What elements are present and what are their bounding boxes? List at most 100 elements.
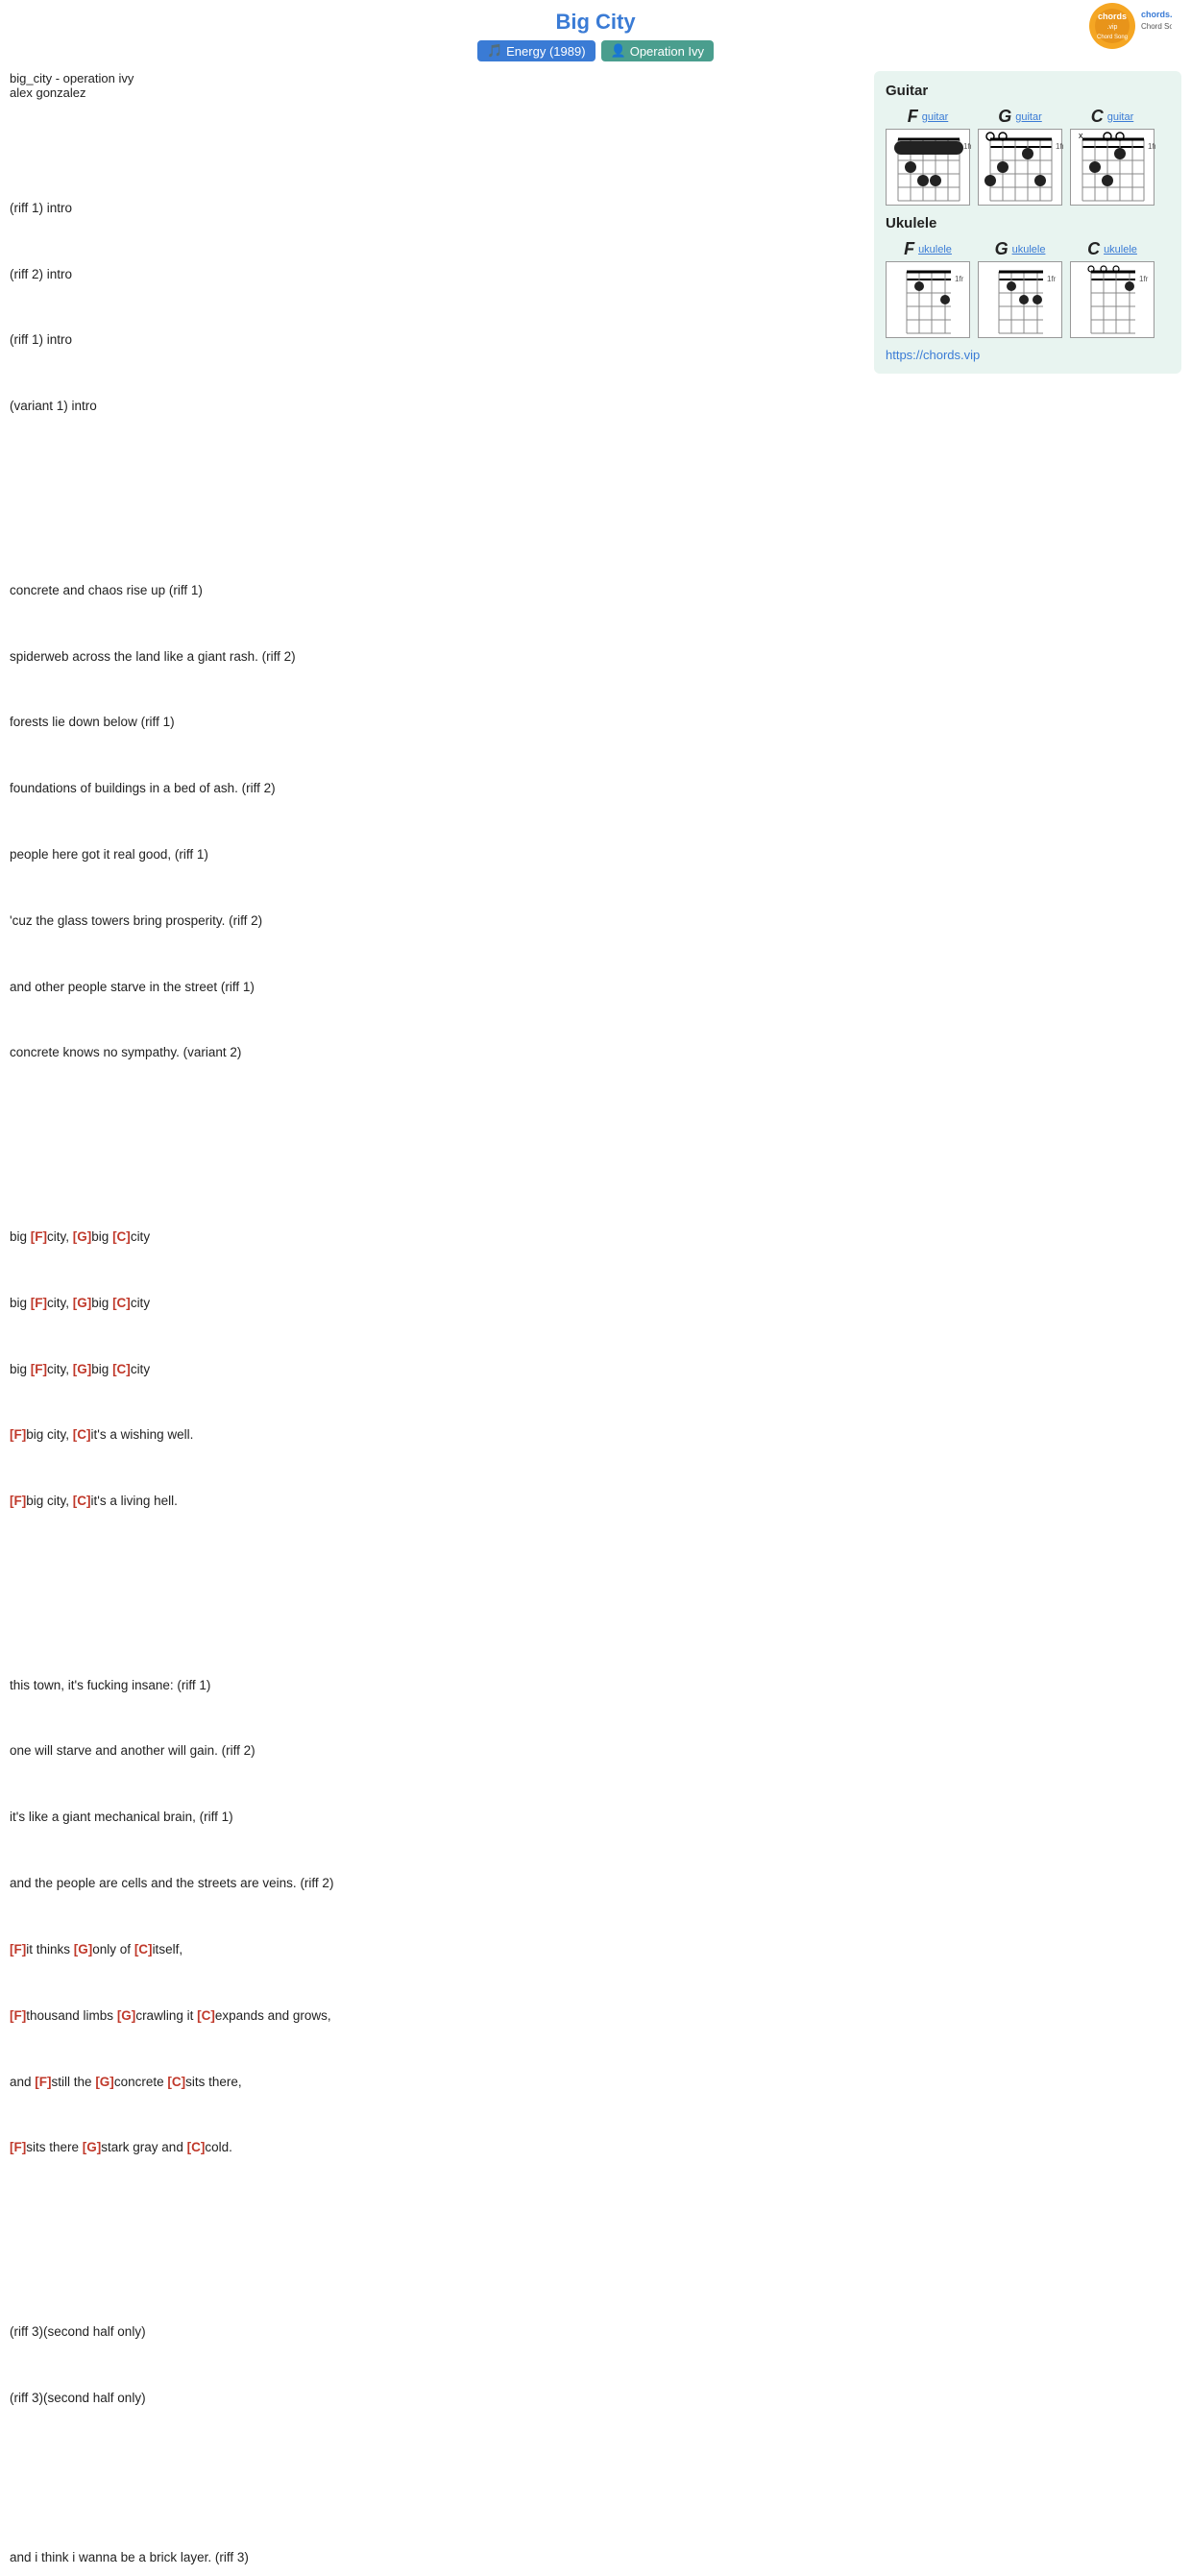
chord-F-guitar-link[interactable]: guitar: [922, 111, 949, 123]
svg-text:Chord Song: Chord Song: [1097, 35, 1128, 40]
chord-G-1[interactable]: [G]: [73, 1229, 92, 1244]
artist-badge-label: Operation Ivy: [630, 44, 704, 59]
chord-G-2[interactable]: [G]: [73, 1296, 92, 1310]
svg-text:1fr: 1fr: [1056, 142, 1063, 151]
verse2-chorus-line4: [F]sits there [G]stark gray and [C]cold.: [10, 2137, 859, 2159]
chord-G-v2-2[interactable]: [G]: [117, 2008, 136, 2023]
verse3-line1: and i think i wanna be a brick layer. (r…: [10, 2547, 859, 2569]
verse1-line3: forests lie down below (riff 1): [10, 712, 859, 734]
chord-C-3[interactable]: [C]: [112, 1362, 131, 1376]
uke-chord-F-name: F: [904, 239, 914, 259]
chord-G-guitar-link[interactable]: guitar: [1015, 111, 1042, 123]
page-title: Big City: [0, 10, 1191, 35]
verse2-chorus-line1: [F]it thinks [G]only of [C]itself,: [10, 1939, 859, 1961]
chord-C-4[interactable]: [C]: [73, 1427, 91, 1442]
chord-G-3[interactable]: [G]: [73, 1362, 92, 1376]
chord-F-1[interactable]: [F]: [31, 1229, 47, 1244]
verse2-chorus-line3: and [F]still the [G]concrete [C]sits the…: [10, 2072, 859, 2094]
chord-F-name-row: F guitar: [908, 107, 949, 127]
svg-text:1fr: 1fr: [1148, 142, 1155, 151]
verse2-line3: it's like a giant mechanical brain, (rif…: [10, 1807, 859, 1829]
chord-F-3[interactable]: [F]: [31, 1362, 47, 1376]
ukulele-chord-C: C ukulele: [1070, 239, 1155, 338]
uke-chord-F-name-row: F ukulele: [904, 239, 952, 259]
album-badge[interactable]: 🎵 Energy (1989): [477, 40, 596, 61]
chord-C-name-row: C guitar: [1091, 107, 1134, 127]
chorus1-block: big [F]city, [G]big [C]city big [F]city,…: [10, 1182, 859, 1557]
svg-text:x: x: [1079, 131, 1083, 140]
song-meta: big_city - operation ivy alex gonzalez: [10, 71, 859, 100]
ukulele-chord-row: F ukulele: [886, 239, 1170, 338]
chords-url[interactable]: https://chords.vip: [886, 348, 1170, 362]
chord-G-name-row: G guitar: [998, 107, 1042, 127]
chord-F-4[interactable]: [F]: [10, 1427, 26, 1442]
chord-F-5[interactable]: [F]: [10, 1494, 26, 1508]
chord-F-v2-4[interactable]: [F]: [10, 2140, 26, 2154]
chord-C-guitar-diagram: x 1fr: [1070, 129, 1155, 206]
lyrics-block: (riff 1) intro (riff 2) intro (riff 1) i…: [10, 109, 859, 2576]
uke-chord-C-diagram: 1fr: [1070, 261, 1155, 338]
ukulele-chord-G: G ukulele: [978, 239, 1062, 338]
uke-chord-F-link[interactable]: ukulele: [918, 244, 952, 255]
uke-chord-G-name: G: [995, 239, 1009, 259]
uke-chord-G-diagram: 1fr: [978, 261, 1062, 338]
chord-G-name: G: [998, 107, 1011, 127]
chord-C-v2-2[interactable]: [C]: [197, 2008, 215, 2023]
ukulele-section-title: Ukulele: [886, 215, 1170, 231]
verse2-line2: one will starve and another will gain. (…: [10, 1740, 859, 1762]
verse1-line5: people here got it real good, (riff 1): [10, 844, 859, 866]
chord-G-v2-4[interactable]: [G]: [83, 2140, 102, 2154]
chord-C-5[interactable]: [C]: [73, 1494, 91, 1508]
chord-G-guitar-diagram: 1fr: [978, 129, 1062, 206]
intro-line3: (riff 1) intro: [10, 329, 859, 352]
meta-line2: alex gonzalez: [10, 85, 859, 100]
chord-F-v2-3[interactable]: [F]: [35, 2075, 51, 2089]
verse2-line1: this town, it's fucking insane: (riff 1): [10, 1675, 859, 1697]
verse2-line4: and the people are cells and the streets…: [10, 1873, 859, 1895]
chord-G-v2-1[interactable]: [G]: [74, 1942, 93, 1956]
uke-chord-C-link[interactable]: ukulele: [1104, 244, 1137, 255]
logo-svg: chords .vip Chord Song chords.vip Chord …: [1085, 0, 1172, 53]
uke-C-svg: 1fr: [1071, 262, 1155, 339]
right-column: Guitar F guitar: [874, 71, 1181, 2576]
artist-badge[interactable]: 👤 Operation Ivy: [601, 40, 715, 61]
chord-C-v2-1[interactable]: [C]: [134, 1942, 153, 1956]
chord-C-2[interactable]: [C]: [112, 1296, 131, 1310]
chord-F-name: F: [908, 107, 918, 127]
verse1-line1: concrete and chaos rise up (riff 1): [10, 580, 859, 602]
album-badge-label: Energy (1989): [506, 44, 585, 59]
guitar-chord-row: F guitar: [886, 107, 1170, 206]
chord-F-2[interactable]: [F]: [31, 1296, 47, 1310]
chord-C-1[interactable]: [C]: [112, 1229, 131, 1244]
verse1-line8: concrete knows no sympathy. (variant 2): [10, 1042, 859, 1064]
intro-line1: (riff 1) intro: [10, 198, 859, 220]
verse2-block: this town, it's fucking insane: (riff 1)…: [10, 1631, 859, 2203]
badge-row: 🎵 Energy (1989) 👤 Operation Ivy: [0, 40, 1191, 61]
chord-C-v2-4[interactable]: [C]: [187, 2140, 206, 2154]
uke-chord-F-diagram: 1fr: [886, 261, 970, 338]
svg-text:1fr: 1fr: [1047, 275, 1057, 283]
verse1-line6: 'cuz the glass towers bring prosperity. …: [10, 911, 859, 933]
main-layout: big_city - operation ivy alex gonzalez (…: [0, 71, 1191, 2576]
chord-G-v2-3[interactable]: [G]: [95, 2075, 114, 2089]
verse1-line7: and other people starve in the street (r…: [10, 977, 859, 999]
chord-F-v2-1[interactable]: [F]: [10, 1942, 26, 1956]
svg-text:1fr: 1fr: [963, 142, 971, 151]
uke-chord-G-link[interactable]: ukulele: [1012, 244, 1046, 255]
chord-F-guitar-svg: 1fr: [887, 130, 971, 207]
chord-G-guitar-svg: 1fr: [979, 130, 1063, 207]
intro-block: (riff 1) intro (riff 2) intro (riff 1) i…: [10, 154, 859, 462]
intro-line4: (variant 1) intro: [10, 396, 859, 418]
chorus1-line4: [F]big city, [C]it's a wishing well.: [10, 1424, 859, 1446]
guitar-chord-F: F guitar: [886, 107, 970, 206]
chord-F-v2-2[interactable]: [F]: [10, 2008, 26, 2023]
verse1-line4: foundations of buildings in a bed of ash…: [10, 778, 859, 800]
uke-chord-C-name-row: C ukulele: [1087, 239, 1137, 259]
chord-C-guitar-link[interactable]: guitar: [1107, 111, 1134, 123]
svg-text:chords.vip: chords.vip: [1141, 10, 1172, 19]
meta-line1: big_city - operation ivy: [10, 71, 859, 85]
chord-C-v2-3[interactable]: [C]: [167, 2075, 185, 2089]
verse3-pre-line1: (riff 3)(second half only): [10, 2321, 859, 2344]
verse1-line2: spiderweb across the land like a giant r…: [10, 646, 859, 668]
verse3-pre-line2: (riff 3)(second half only): [10, 2388, 859, 2410]
